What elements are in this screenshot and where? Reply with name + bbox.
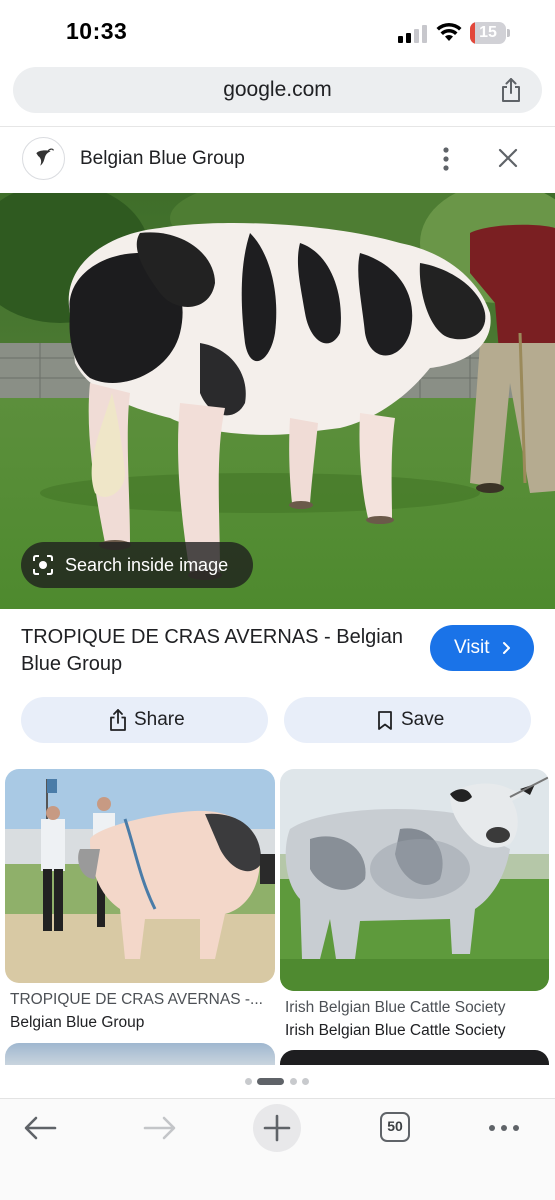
hero-image[interactable]: Search inside image — [0, 193, 555, 609]
source-name[interactable]: Belgian Blue Group — [80, 148, 245, 170]
visit-button[interactable]: Visit — [430, 625, 534, 671]
tab-count-button[interactable]: 50 — [380, 1112, 410, 1142]
related-title[interactable]: TROPIQUE DE CRAS AVERNAS -... — [10, 991, 270, 1009]
address-bar[interactable]: google.com — [13, 67, 542, 113]
related-image[interactable] — [5, 769, 275, 983]
related-image[interactable] — [280, 769, 549, 991]
arrow-right-icon[interactable] — [142, 1113, 178, 1143]
plus-icon — [263, 1114, 291, 1142]
search-inside-label: Search inside image — [65, 555, 229, 575]
page-indicator — [245, 1077, 311, 1087]
related-source[interactable]: Irish Belgian Blue Cattle Society — [285, 1022, 549, 1040]
arrow-left-icon[interactable] — [22, 1113, 58, 1143]
save-button[interactable]: Save — [284, 697, 531, 743]
share-icon[interactable] — [498, 77, 524, 103]
status-time: 10:33 — [66, 18, 128, 44]
chevron-right-icon — [503, 642, 510, 654]
close-icon[interactable] — [496, 146, 520, 170]
wifi-icon — [436, 22, 462, 41]
share-icon — [110, 709, 126, 731]
vertical-dots-icon[interactable] — [434, 145, 458, 173]
address-url[interactable]: google.com — [13, 67, 542, 113]
bottom-toolbar: 50 — [0, 1099, 555, 1200]
new-tab-button[interactable] — [253, 1104, 301, 1152]
share-label: Share — [134, 709, 185, 730]
related-image[interactable] — [5, 1043, 275, 1065]
share-button[interactable]: Share — [21, 697, 268, 743]
battery-icon: 15 — [470, 22, 510, 44]
lens-icon — [33, 555, 53, 575]
bull-logo-icon[interactable] — [22, 137, 65, 180]
related-photo — [5, 769, 275, 983]
battery-level: 15 — [479, 24, 497, 41]
bookmark-icon — [378, 711, 392, 730]
save-label: Save — [401, 709, 445, 730]
visit-label: Visit — [454, 637, 490, 658]
cellular-signal-icon — [398, 23, 428, 43]
horizontal-dots-icon[interactable] — [488, 1123, 520, 1133]
related-photo — [280, 769, 549, 991]
status-bar: 10:33 15 — [0, 0, 555, 60]
related-image[interactable] — [280, 1050, 549, 1065]
related-title[interactable]: Irish Belgian Blue Cattle Society — [285, 999, 549, 1017]
source-header: Belgian Blue Group — [0, 127, 555, 193]
search-inside-image-button[interactable]: Search inside image — [21, 542, 253, 588]
result-title[interactable]: TROPIQUE DE CRAS AVERNAS - Belgian Blue … — [21, 624, 421, 678]
related-source[interactable]: Belgian Blue Group — [10, 1014, 270, 1032]
